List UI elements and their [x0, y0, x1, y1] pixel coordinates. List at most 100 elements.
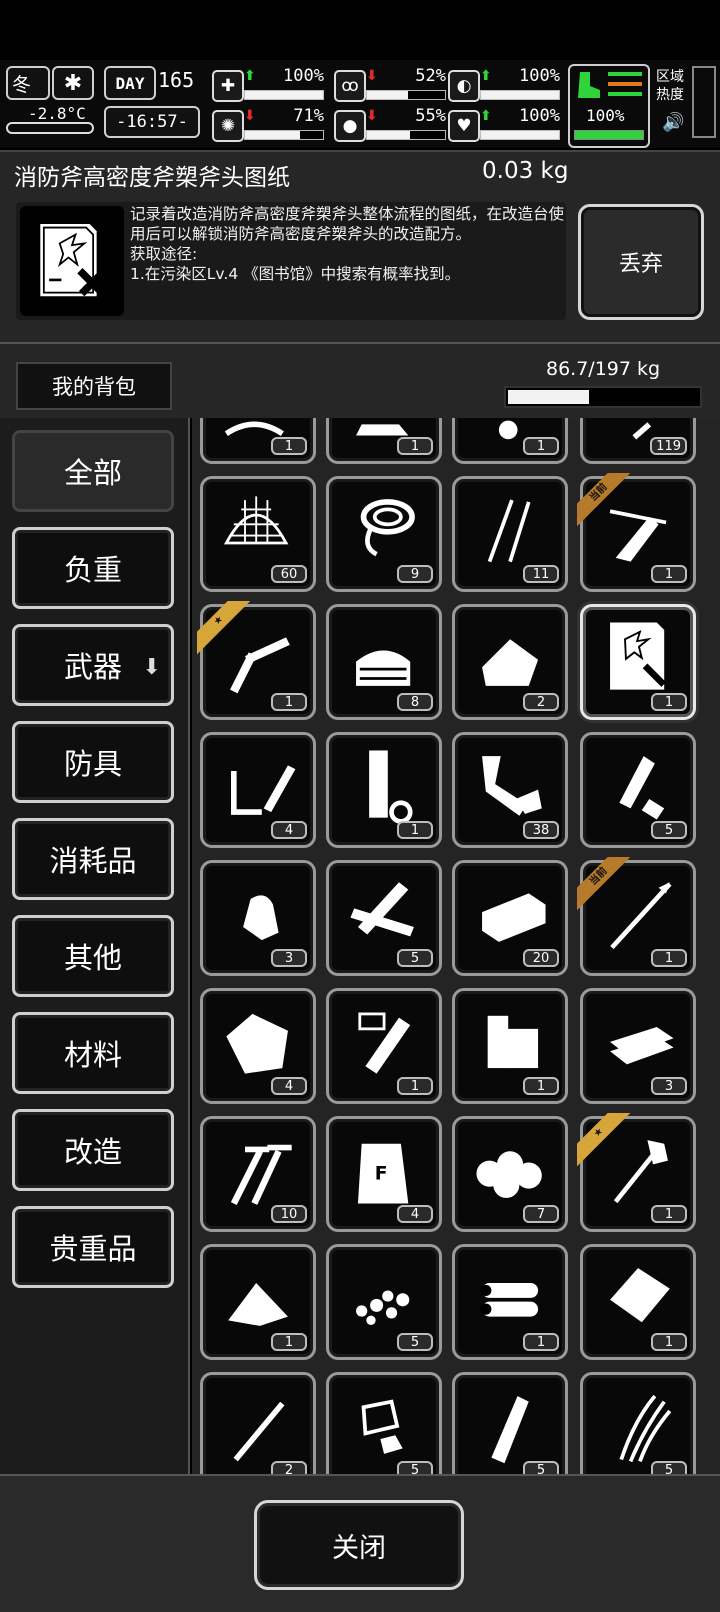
- inventory-slot[interactable]: 2: [452, 604, 568, 720]
- category-tab-8[interactable]: 贵重品: [12, 1206, 174, 1288]
- discard-button[interactable]: 丢弃: [578, 204, 704, 320]
- temperature-value: -2.8°C: [28, 104, 86, 123]
- stat-bar-fill: [245, 91, 323, 99]
- backpack-weight-fill: [508, 390, 590, 404]
- thermometer-icon: [6, 122, 94, 134]
- stat-bar: [244, 90, 324, 100]
- category-tab-1[interactable]: 负重: [12, 527, 174, 609]
- item-description: 记录着改造消防斧高密度斧槊斧头整体流程的图纸，在改造台使用后可以解锁消防斧高密度…: [130, 205, 565, 283]
- inventory-slot[interactable]: 1: [580, 1244, 696, 1360]
- inventory-slot[interactable]: 1 当前: [577, 857, 696, 976]
- inventory-slot[interactable]: 1: [200, 1244, 316, 1360]
- inventory-slot[interactable]: F4: [326, 1116, 442, 1232]
- dropdown-arrow-icon[interactable]: ⬇: [143, 655, 161, 680]
- tiles-icon: [610, 1027, 674, 1065]
- inventory-slot[interactable]: 5: [452, 1372, 568, 1474]
- stamina-value: 100%: [586, 106, 625, 125]
- planks-icon: [350, 882, 414, 937]
- inventory-slot[interactable]: 9: [326, 476, 442, 592]
- inventory-slot[interactable]: 1 ★: [197, 601, 316, 720]
- glass-shards-icon: [361, 1399, 403, 1454]
- stamina-line: [608, 72, 642, 76]
- inventory-slot[interactable]: 5: [580, 1372, 696, 1474]
- stat-health: ✚ ⬆ 100%: [212, 66, 324, 106]
- stat-heart: ♥ ⬆ 100%: [448, 106, 560, 146]
- status-bar: 冬 ✱ -2.8°C DAY 165 -16:57- ✚ ⬆ 100% ꝏ ⬇ 52% ◐ ⬆…: [0, 60, 720, 148]
- fabric-icon: [356, 650, 411, 686]
- inventory-slot[interactable]: 4: [200, 988, 316, 1104]
- inventory-slot[interactable]: 3: [200, 860, 316, 976]
- region-heat[interactable]: 区域 热度 🔊: [656, 68, 690, 138]
- inventory-slot[interactable]: 2: [200, 1372, 316, 1474]
- arrow-down-icon: ⬇: [366, 68, 378, 84]
- item-quantity: 1: [651, 693, 687, 711]
- item-quantity: 1: [523, 437, 559, 455]
- inventory-slot[interactable]: 60: [200, 476, 316, 592]
- stat-bar-fill: [367, 91, 408, 99]
- inventory-slot[interactable]: 5: [580, 732, 696, 848]
- thermometer: -2.8°C: [6, 104, 94, 138]
- stat-thirst: ● ⬇ 55%: [334, 106, 446, 146]
- category-tab-5[interactable]: 其他: [12, 915, 174, 997]
- flour-bag-icon: F: [357, 1143, 409, 1204]
- inventory-slot[interactable]: 1 ★: [577, 1113, 696, 1232]
- item-quantity: 1: [523, 1333, 559, 1351]
- item-quantity: 1: [651, 1205, 687, 1223]
- category-tab-0[interactable]: 全部: [12, 430, 174, 512]
- stat-hunger: ꝏ ⬇ 52%: [334, 66, 446, 106]
- inventory-slot[interactable]: 7: [452, 1116, 568, 1232]
- category-tab-7[interactable]: 改造: [12, 1109, 174, 1191]
- logs-icon: [480, 1283, 539, 1317]
- inventory-slot[interactable]: 1: [200, 418, 316, 464]
- category-sidebar: 全部负重武器 ⬇ 防具消耗品其他材料改造贵重品: [0, 418, 190, 1474]
- inventory-slot[interactable]: 1: [452, 1244, 568, 1360]
- inventory-slot[interactable]: 5: [326, 1372, 442, 1474]
- day-label: DAY: [115, 73, 145, 93]
- inventory-slot[interactable]: 10: [200, 1116, 316, 1232]
- star-icon: ★: [577, 1113, 631, 1167]
- item-quantity: 5: [651, 1461, 687, 1474]
- category-label: 消耗品: [49, 844, 137, 878]
- rope-icon: [360, 499, 415, 557]
- equipped-tag: 当前: [577, 473, 631, 527]
- item-quantity: 4: [271, 1077, 307, 1095]
- close-button[interactable]: 关闭: [254, 1500, 464, 1590]
- inventory-slot[interactable]: 1: [452, 988, 568, 1104]
- stat-bar: [480, 130, 560, 140]
- inventory-slot[interactable]: 1: [326, 988, 442, 1104]
- bottle-icon: [491, 1396, 529, 1464]
- inventory-slot[interactable]: 4: [200, 732, 316, 848]
- item-quantity: 5: [397, 1461, 433, 1474]
- inventory-slot[interactable]: 20: [452, 860, 568, 976]
- time-value: -16:57-: [116, 112, 188, 132]
- inventory-slot[interactable]: 1: [326, 732, 442, 848]
- inventory-slot[interactable]: 1: [326, 418, 442, 464]
- inventory-slot[interactable]: 1: [452, 418, 568, 464]
- inventory-slot[interactable]: 11: [452, 476, 568, 592]
- item-weight: 0.03 kg: [482, 158, 569, 184]
- stat-bar-fill: [481, 91, 559, 99]
- inventory-slot[interactable]: 5: [326, 860, 442, 976]
- category-tab-3[interactable]: 防具: [12, 721, 174, 803]
- favorite-star-icon: ★: [577, 1113, 631, 1167]
- category-tab-6[interactable]: 材料: [12, 1012, 174, 1094]
- speaker-icon[interactable]: 🔊: [662, 112, 684, 133]
- inventory-slot[interactable]: 3: [580, 988, 696, 1104]
- inventory-grid[interactable]: 1 1 1 119 60 9 11 1 当前 1 ★ 8 2 1 4 1 38 5 3 5 20 1 当前 4 1 1 3 10 F 4 7…: [192, 418, 720, 1474]
- inventory-slot[interactable]: 119: [580, 418, 696, 464]
- inventory-slot[interactable]: 1 当前: [577, 473, 696, 592]
- equipped-tag-label: 当前: [577, 857, 631, 911]
- item-quantity: 3: [271, 949, 307, 967]
- inventory-slot[interactable]: 38: [452, 732, 568, 848]
- category-tab-2[interactable]: 武器 ⬇: [12, 624, 174, 706]
- inventory-slot[interactable]: 1: [580, 604, 696, 720]
- category-tab-4[interactable]: 消耗品: [12, 818, 174, 900]
- lockpick-icon: [487, 499, 531, 563]
- inventory-slot[interactable]: 5: [326, 1244, 442, 1360]
- item-quantity: 8: [397, 693, 433, 711]
- inventory-slot[interactable]: 8: [326, 604, 442, 720]
- item-quantity: 2: [523, 693, 559, 711]
- cotton-icon: [476, 1151, 542, 1198]
- backpack-title: 我的背包: [16, 362, 172, 410]
- stamina-bar: [574, 130, 644, 140]
